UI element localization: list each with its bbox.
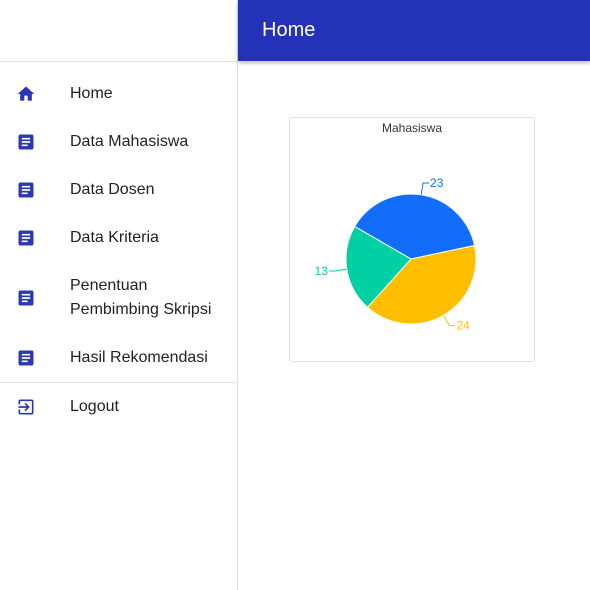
document-icon xyxy=(18,230,34,246)
document-icon xyxy=(18,350,34,366)
pie-label-line xyxy=(328,268,347,272)
sidebar-item-data-kriteria[interactable]: Data Kriteria xyxy=(0,214,237,262)
sidebar-item-label: Logout xyxy=(70,398,119,415)
pie-label-line xyxy=(443,315,456,327)
sidebar-item-label: Home xyxy=(70,85,113,102)
home-icon xyxy=(17,86,35,101)
pie-chart: Mahasiswa 23 24 13 xyxy=(315,121,477,333)
sidebar-item-label: Penentuan Pembimbing Skripsi xyxy=(70,277,212,318)
pie-label-line xyxy=(420,182,430,195)
chart-card: Mahasiswa 23 24 13 xyxy=(289,117,535,362)
sidebar-item-penentuan-pembimbing[interactable]: Penentuan Pembimbing Skripsi xyxy=(0,262,237,334)
document-icon xyxy=(18,182,34,198)
pie-data-label: 24 xyxy=(457,319,471,333)
top-app-bar: Home xyxy=(238,0,590,61)
sidebar-item-label: Data Mahasiswa xyxy=(70,133,189,150)
chart-title: Mahasiswa xyxy=(382,121,442,135)
sidebar-item-data-dosen[interactable]: Data Dosen xyxy=(0,166,237,214)
sidebar-item-label: Data Kriteria xyxy=(70,229,159,246)
sidebar-item-logout[interactable]: Logout xyxy=(0,383,237,431)
sidebar-item-data-mahasiswa[interactable]: Data Mahasiswa xyxy=(0,118,237,166)
pie-data-label: 23 xyxy=(430,176,444,190)
sidebar-item-home[interactable]: Home xyxy=(0,70,237,118)
sidebar-item-label: Hasil Rekomendasi xyxy=(70,349,208,366)
document-icon xyxy=(18,134,34,150)
sidebar-item-label: Data Dosen xyxy=(70,181,155,198)
document-icon xyxy=(18,290,34,306)
logout-icon xyxy=(18,399,34,415)
page-title: Home xyxy=(262,19,316,41)
pie-data-label: 13 xyxy=(315,264,329,278)
sidebar-item-hasil-rekomendasi[interactable]: Hasil Rekomendasi xyxy=(0,334,237,382)
sidebar: Home Data Mahasiswa Data Dosen Data Krit… xyxy=(0,0,238,590)
sidebar-header xyxy=(0,0,237,62)
